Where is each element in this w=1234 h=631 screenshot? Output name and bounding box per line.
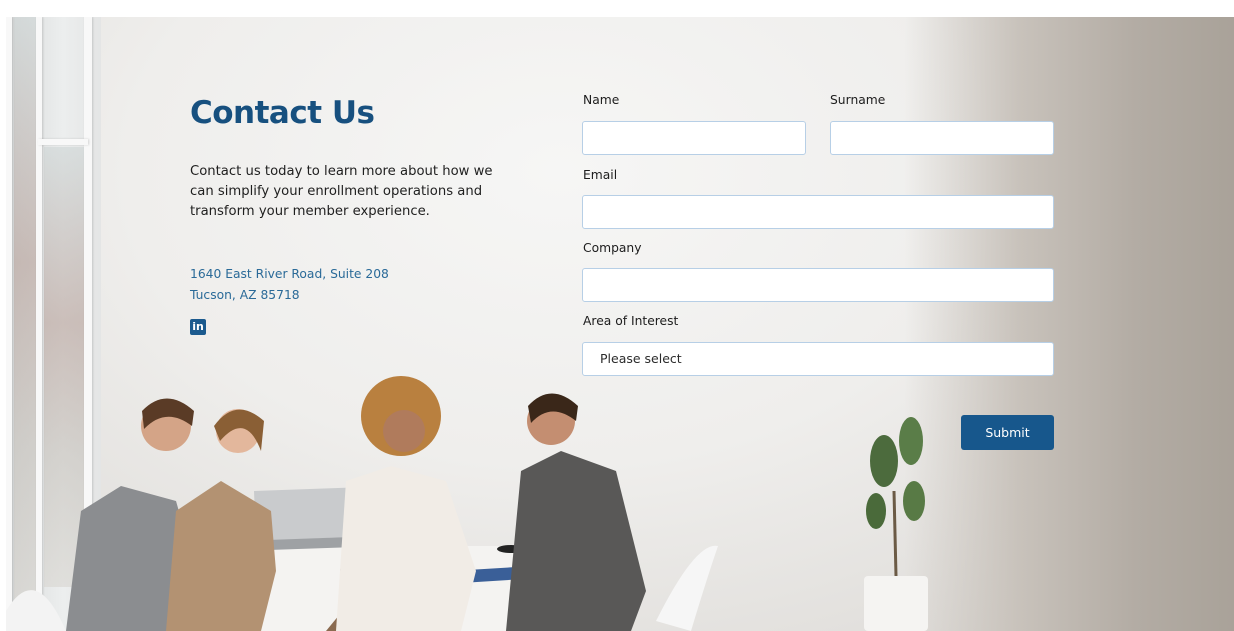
linkedin-icon[interactable]: in	[190, 319, 206, 335]
address-block: 1640 East River Road, Suite 208 Tucson, …	[190, 264, 389, 306]
area-of-interest-label: Area of Interest	[583, 314, 679, 328]
submit-button[interactable]: Submit	[961, 415, 1054, 450]
contact-page: Contact Us Contact us today to learn mor…	[0, 0, 1234, 631]
surname-input[interactable]	[830, 121, 1054, 155]
email-label: Email	[583, 168, 618, 182]
name-input[interactable]	[582, 121, 806, 155]
area-of-interest-select[interactable]: Please select	[582, 342, 1054, 376]
hero-background-photo: Contact Us Contact us today to learn mor…	[6, 17, 1234, 631]
company-input[interactable]	[582, 268, 1054, 302]
surname-label: Surname	[830, 93, 886, 107]
email-input[interactable]	[582, 195, 1054, 229]
address-line1[interactable]: 1640 East River Road, Suite 208	[190, 264, 389, 285]
intro-text: Contact us today to learn more about how…	[190, 164, 493, 219]
meeting-illustration	[6, 376, 928, 631]
page-title: Contact Us	[190, 95, 375, 131]
name-label: Name	[583, 93, 620, 107]
address-line2[interactable]: Tucson, AZ 85718	[190, 285, 389, 306]
company-label: Company	[583, 241, 642, 255]
